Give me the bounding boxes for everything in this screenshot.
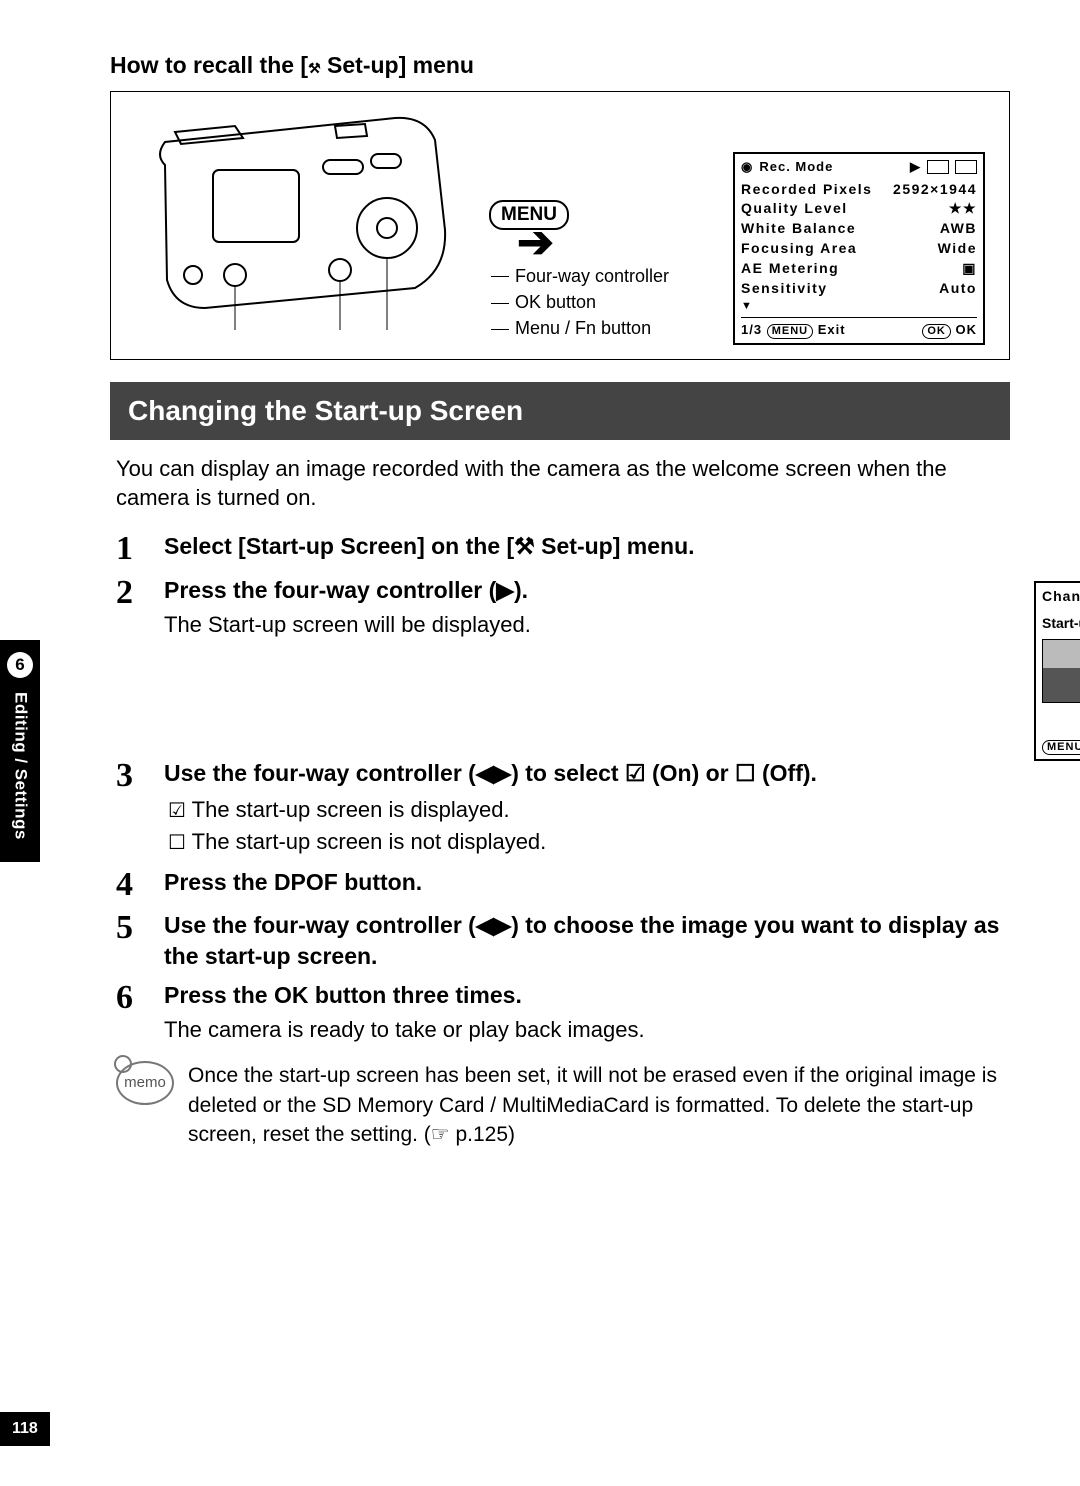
- tools-icon: ⚒: [308, 60, 321, 76]
- step-1-title: Select [Start-up Screen] on the [⚒ Set-u…: [164, 531, 1010, 562]
- step-1-number: 1: [116, 531, 164, 567]
- step-5-title: Use the four-way controller (◀▶) to choo…: [164, 910, 1010, 972]
- step-4-title: Press the DPOF button.: [164, 867, 1010, 898]
- rec-mode-row: Recorded Pixels2592×1944: [741, 180, 977, 199]
- recall-box: MENU ➔ Four-way controller OK button Men…: [110, 91, 1010, 360]
- recall-title: How to recall the [⚒ Set-up] menu: [110, 50, 1010, 81]
- step-6-number: 6: [116, 980, 164, 1016]
- camera-labels: MENU ➔ Four-way controller OK button Men…: [489, 110, 699, 343]
- startup-screen-diagram: Change Start-up Screen Start-up Screen ◀…: [1034, 581, 1080, 761]
- playback-tab-icon: [927, 160, 949, 174]
- screen-title: Change Start-up Screen: [1042, 587, 1080, 606]
- step-2-number: 2: [116, 575, 164, 611]
- step-3-number: 3: [116, 758, 164, 794]
- step-2-note: The Start-up screen will be displayed.: [164, 610, 710, 640]
- step-3-title: Use the four-way controller (◀▶) to sele…: [164, 758, 1010, 789]
- screen-row-label: Start-up Screen: [1042, 614, 1080, 633]
- rec-mode-tab-label: Rec. Mode: [759, 158, 833, 176]
- screen-thumbnail: [1042, 639, 1080, 703]
- step-4-number: 4: [116, 867, 164, 903]
- arrow-right-icon: ➔: [517, 232, 699, 254]
- section-heading: Changing the Start-up Screen: [110, 382, 1010, 440]
- rec-mode-row: SensitivityAuto: [741, 279, 977, 298]
- step-2-title: Press the four-way controller (▶).: [164, 575, 710, 606]
- rec-mode-menu-diagram: ◉ Rec. Mode ▶ Recorded Pixels2592×1944Qu…: [733, 152, 985, 345]
- rec-mode-row: AE Metering▣: [741, 259, 977, 278]
- setup-tab-icon: [955, 160, 977, 174]
- rec-mode-row: White BalanceAWB: [741, 219, 977, 238]
- step-6-note: The camera is ready to take or play back…: [164, 1015, 1010, 1045]
- memo-text: Once the start-up screen has been set, i…: [188, 1061, 1004, 1149]
- tab-arrow-icon: ▶: [910, 158, 921, 176]
- intro-text: You can display an image recorded with t…: [116, 454, 1004, 513]
- camera-icon: ◉: [741, 158, 753, 176]
- rec-mode-row: Quality Level★★: [741, 199, 977, 218]
- step-3-sublist: ☑ The start-up screen is displayed. ☐ Th…: [168, 795, 1010, 857]
- step-5-number: 5: [116, 910, 164, 946]
- camera-diagram: [135, 110, 455, 330]
- step-6-title: Press the OK button three times.: [164, 980, 1010, 1011]
- ok-button-label: OK button: [489, 290, 699, 314]
- rec-mode-row: Focusing AreaWide: [741, 239, 977, 258]
- four-way-label: Four-way controller: [489, 264, 699, 288]
- unchecked-icon: ☐: [168, 832, 186, 854]
- memo-icon: memo: [116, 1061, 174, 1105]
- checked-icon: ☑: [168, 800, 186, 822]
- menu-fn-label: Menu / Fn button: [489, 316, 699, 340]
